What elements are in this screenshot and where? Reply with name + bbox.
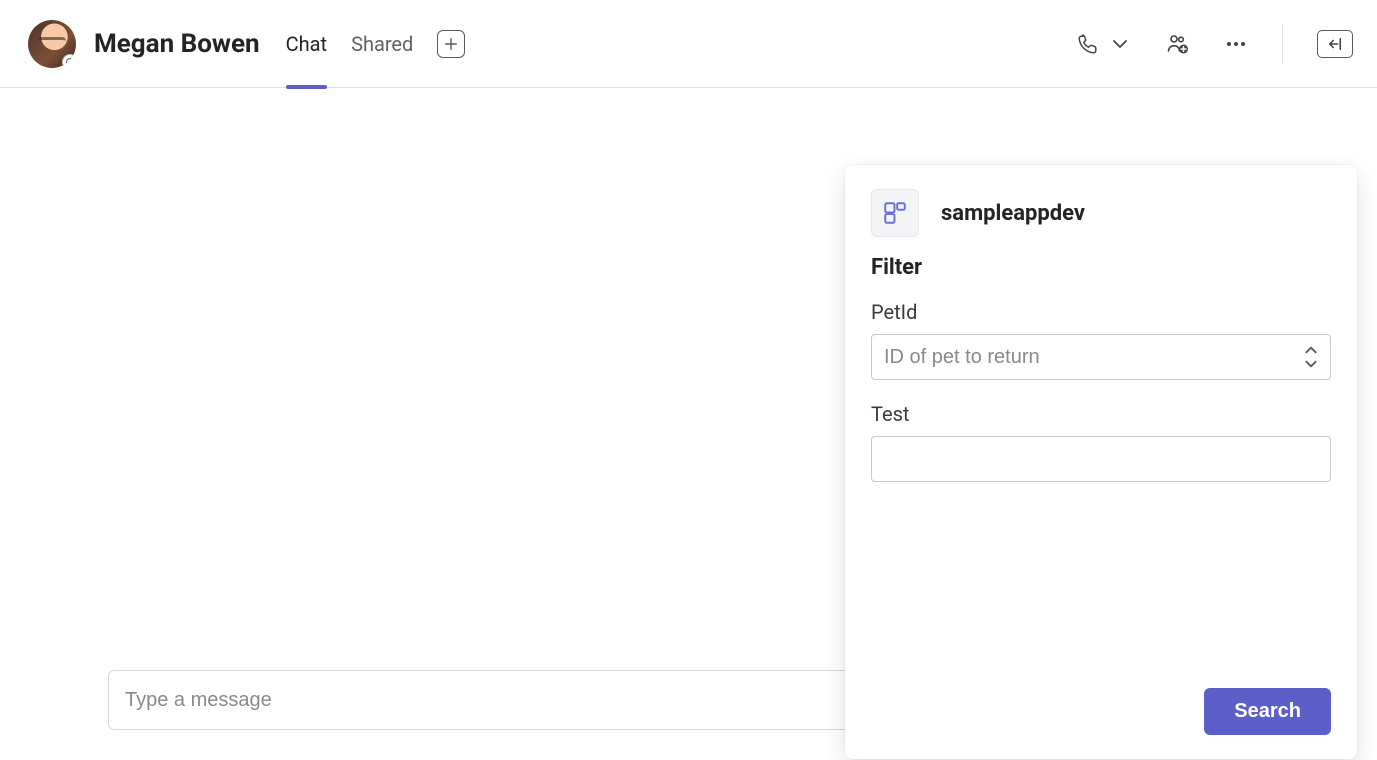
tab-label: Shared [351,32,413,56]
open-in-new-window-button[interactable] [1317,30,1353,58]
tab-chat[interactable]: Chat [286,0,327,88]
add-tab-button[interactable] [437,30,465,58]
app-icon [871,189,919,237]
chevron-down-icon [1108,32,1132,56]
flyout-section-title: Filter [871,255,1331,280]
presence-badge-offline [62,54,76,68]
presence-offline-icon [65,57,75,67]
tab-label: Chat [286,32,327,56]
chat-area: sampleappdev Filter PetId Test Search [0,88,1377,760]
header-actions [1076,24,1353,64]
chevron-down-icon [1304,357,1318,371]
plus-icon [444,37,458,51]
app-glyph-icon [882,200,908,226]
more-horizontal-icon [1224,32,1248,56]
tab-shared[interactable]: Shared [351,0,413,88]
stepper-down[interactable] [1297,357,1325,371]
test-input-wrap [871,436,1331,482]
field-label-petid: PetId [871,300,1331,324]
flyout-header: sampleappdev [871,189,1331,237]
contact-name: Megan Bowen [94,29,260,59]
test-input[interactable] [871,436,1331,482]
flyout-footer: Search [871,688,1331,735]
petid-input[interactable] [871,334,1331,380]
search-button[interactable]: Search [1204,688,1331,735]
popout-icon [1324,37,1346,51]
header-tabs: Chat Shared [286,0,466,88]
people-add-icon [1166,32,1190,56]
phone-icon [1076,32,1100,56]
chevron-up-icon [1304,343,1318,357]
number-stepper [1297,334,1325,380]
call-button[interactable] [1076,32,1132,56]
chat-header: Megan Bowen Chat Shared [0,0,1377,88]
field-label-test: Test [871,402,1331,426]
add-people-button[interactable] [1166,32,1190,56]
stepper-up[interactable] [1297,343,1325,357]
more-options-button[interactable] [1224,32,1248,56]
contact-avatar[interactable] [28,20,76,68]
messaging-extension-flyout: sampleappdev Filter PetId Test Search [845,165,1357,759]
petid-input-wrap [871,334,1331,380]
header-divider [1282,24,1283,64]
app-name: sampleappdev [941,201,1085,226]
